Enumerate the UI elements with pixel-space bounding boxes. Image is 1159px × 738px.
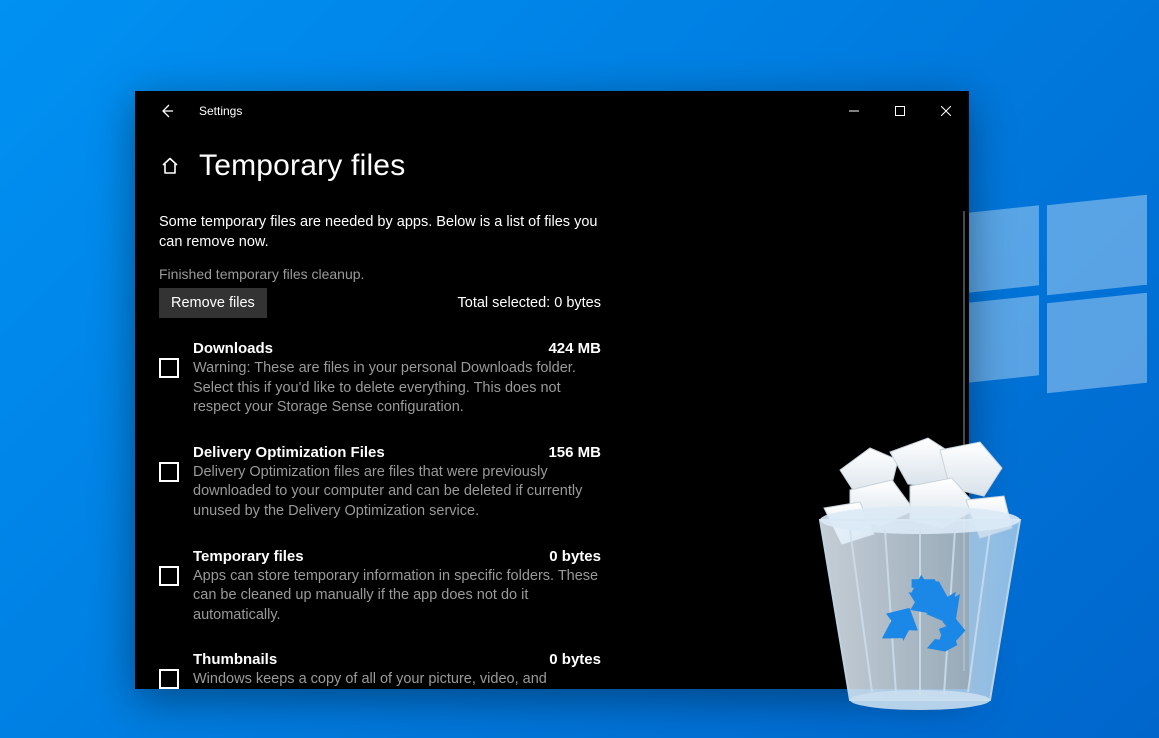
file-description: Apps can store temporary information in … [193, 567, 601, 626]
file-size: 424 MB [548, 340, 601, 357]
file-row: Delivery Optimization Files156 MB Deliver… [159, 444, 601, 522]
file-name: Delivery Optimization Files [193, 444, 548, 461]
content-area: Some temporary files are needed by apps.… [135, 191, 625, 689]
total-selected-value: 0 bytes [554, 295, 601, 311]
status-text: Finished temporary files cleanup. [159, 266, 601, 282]
minimize-icon [849, 106, 859, 116]
window-title: Settings [199, 104, 242, 118]
file-body: Thumbnails0 bytes Windows keeps a copy of… [193, 651, 601, 689]
checkbox[interactable] [159, 358, 179, 378]
maximize-icon [895, 106, 905, 116]
file-size: 156 MB [548, 444, 601, 461]
file-size: 0 bytes [549, 651, 601, 668]
back-button[interactable] [151, 95, 183, 127]
action-row: Remove files Total selected: 0 bytes [159, 288, 601, 318]
file-description: Delivery Optimization files are files th… [193, 463, 601, 522]
minimize-button[interactable] [831, 95, 877, 127]
intro-text: Some temporary files are needed by apps.… [159, 213, 601, 252]
file-row: Thumbnails0 bytes Windows keeps a copy of… [159, 651, 601, 689]
file-description: Warning: These are files in your persona… [193, 359, 601, 418]
window-controls [831, 95, 969, 127]
file-body: Delivery Optimization Files156 MB Deliver… [193, 444, 601, 522]
file-list: Downloads424 MB Warning: These are files … [159, 340, 601, 689]
file-name: Thumbnails [193, 651, 549, 668]
checkbox[interactable] [159, 462, 179, 482]
remove-files-button[interactable]: Remove files [159, 288, 267, 318]
arrow-left-icon [159, 103, 175, 119]
checkbox[interactable] [159, 669, 179, 689]
titlebar: Settings [135, 91, 969, 131]
maximize-button[interactable] [877, 95, 923, 127]
file-body: Temporary files0 bytes Apps can store tem… [193, 548, 601, 626]
file-row: Temporary files0 bytes Apps can store tem… [159, 548, 601, 626]
scrollbar[interactable] [963, 211, 965, 671]
windows-desktop-logo [949, 200, 1149, 400]
file-name: Temporary files [193, 548, 549, 565]
home-button[interactable] [159, 155, 181, 177]
file-name: Downloads [193, 340, 548, 357]
file-body: Downloads424 MB Warning: These are files … [193, 340, 601, 418]
settings-window: Settings Temporary files Some temporary … [135, 91, 969, 689]
total-selected: Total selected: 0 bytes [458, 295, 601, 311]
home-icon [160, 156, 180, 176]
file-row: Downloads424 MB Warning: These are files … [159, 340, 601, 418]
page-header: Temporary files [135, 131, 969, 191]
checkbox[interactable] [159, 566, 179, 586]
close-button[interactable] [923, 95, 969, 127]
file-size: 0 bytes [549, 548, 601, 565]
file-description: Windows keeps a copy of all of your pict… [193, 670, 601, 689]
page-title: Temporary files [199, 149, 405, 183]
total-selected-label: Total selected: [458, 295, 551, 311]
close-icon [941, 106, 951, 116]
